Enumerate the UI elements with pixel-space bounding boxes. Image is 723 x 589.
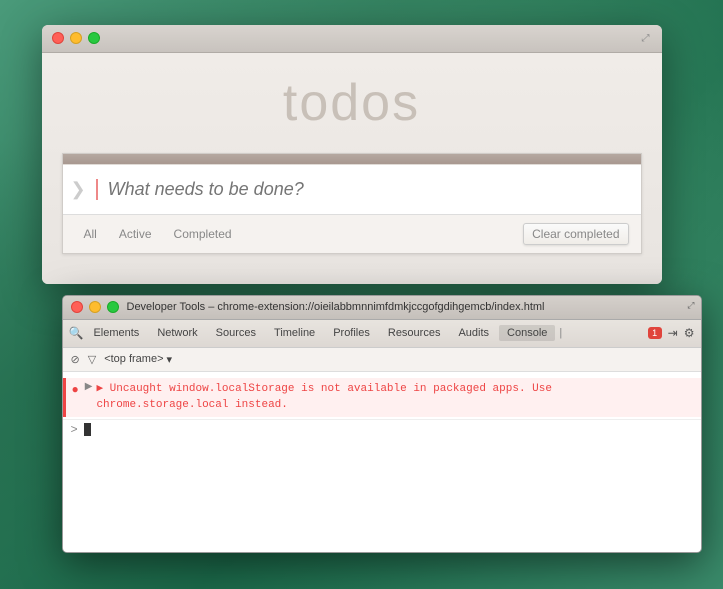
- devtools-subbar: ⊘ ▽ <top frame> ▾: [63, 348, 701, 372]
- error-text-line1: ▶ Uncaught window.localStorage is not av…: [96, 381, 552, 398]
- toggle-all-icon[interactable]: ❯: [71, 179, 86, 200]
- browser-window: ⤢ todos ❯ All Active Completed Clear com…: [42, 25, 662, 284]
- tab-console[interactable]: Console: [499, 325, 555, 341]
- step-over-icon[interactable]: ⇥: [668, 326, 678, 340]
- clear-completed-button[interactable]: Clear completed: [523, 223, 628, 245]
- minimize-button[interactable]: [70, 32, 82, 44]
- devtools-window: Developer Tools – chrome-extension://oie…: [62, 295, 702, 553]
- browser-titlebar: ⤢: [42, 25, 662, 53]
- devtools-minimize-button[interactable]: [89, 301, 101, 313]
- devtools-close-button[interactable]: [71, 301, 83, 313]
- error-message: ▶ Uncaught window.localStorage is not av…: [96, 381, 552, 414]
- tab-separator: |: [559, 327, 562, 339]
- filter-active[interactable]: Active: [110, 224, 161, 244]
- todo-footer: All Active Completed Clear completed: [63, 214, 641, 253]
- workspace: ⤢ todos ❯ All Active Completed Clear com…: [22, 15, 702, 575]
- window-buttons: [52, 32, 100, 44]
- devtools-toolbar-right: 1 ⇥ ⚙: [648, 326, 695, 340]
- devtools-window-buttons: [71, 301, 119, 313]
- tab-resources[interactable]: Resources: [380, 325, 449, 341]
- console-prompt: >: [71, 423, 78, 437]
- devtools-maximize-button[interactable]: [107, 301, 119, 313]
- expand-icon[interactable]: ⤢: [638, 31, 654, 47]
- frame-selector-label: <top frame>: [104, 353, 163, 365]
- tab-sources[interactable]: Sources: [208, 325, 264, 341]
- error-text-line2: chrome.storage.local instead.: [96, 397, 552, 414]
- tab-network[interactable]: Network: [149, 325, 205, 341]
- error-circle-icon: ●: [72, 382, 79, 396]
- devtools-console: ● ▶ ▶ Uncaught window.localStorage is no…: [63, 372, 701, 552]
- frame-selector[interactable]: <top frame> ▾: [104, 353, 172, 366]
- todo-input[interactable]: [96, 179, 633, 200]
- close-button[interactable]: [52, 32, 64, 44]
- tab-audits[interactable]: Audits: [450, 325, 497, 341]
- filter-tabs: All Active Completed: [75, 224, 241, 244]
- filter-console-icon[interactable]: ▽: [88, 353, 96, 366]
- tab-profiles[interactable]: Profiles: [325, 325, 378, 341]
- console-error-row: ● ▶ ▶ Uncaught window.localStorage is no…: [63, 378, 701, 417]
- clear-console-icon[interactable]: ⊘: [71, 353, 80, 366]
- console-input-row: >: [63, 419, 701, 440]
- devtools-titlebar: Developer Tools – chrome-extension://oie…: [63, 296, 701, 320]
- devtools-expand-icon[interactable]: ⤢: [687, 300, 694, 311]
- filter-all[interactable]: All: [75, 224, 106, 244]
- frame-selector-chevron: ▾: [167, 353, 173, 366]
- todo-input-section: ❯ All Active Completed Clear completed: [62, 153, 642, 254]
- settings-icon[interactable]: ⚙: [684, 326, 695, 340]
- todo-input-row: ❯: [63, 164, 641, 214]
- todo-input-bar: [63, 154, 641, 164]
- app-title: todos: [62, 73, 642, 133]
- devtools-title: Developer Tools – chrome-extension://oie…: [127, 301, 545, 313]
- maximize-button[interactable]: [88, 32, 100, 44]
- search-icon[interactable]: 🔍: [69, 326, 84, 340]
- error-count-badge: 1: [648, 327, 662, 339]
- error-expand-arrow[interactable]: ▶: [85, 381, 93, 392]
- devtools-toolbar: 🔍 Elements Network Sources Timeline Prof…: [63, 320, 701, 348]
- filter-completed[interactable]: Completed: [165, 224, 241, 244]
- console-cursor[interactable]: [84, 423, 91, 436]
- tab-elements[interactable]: Elements: [85, 325, 147, 341]
- browser-content: todos ❯ All Active Completed Clear compl…: [42, 53, 662, 284]
- tab-timeline[interactable]: Timeline: [266, 325, 323, 341]
